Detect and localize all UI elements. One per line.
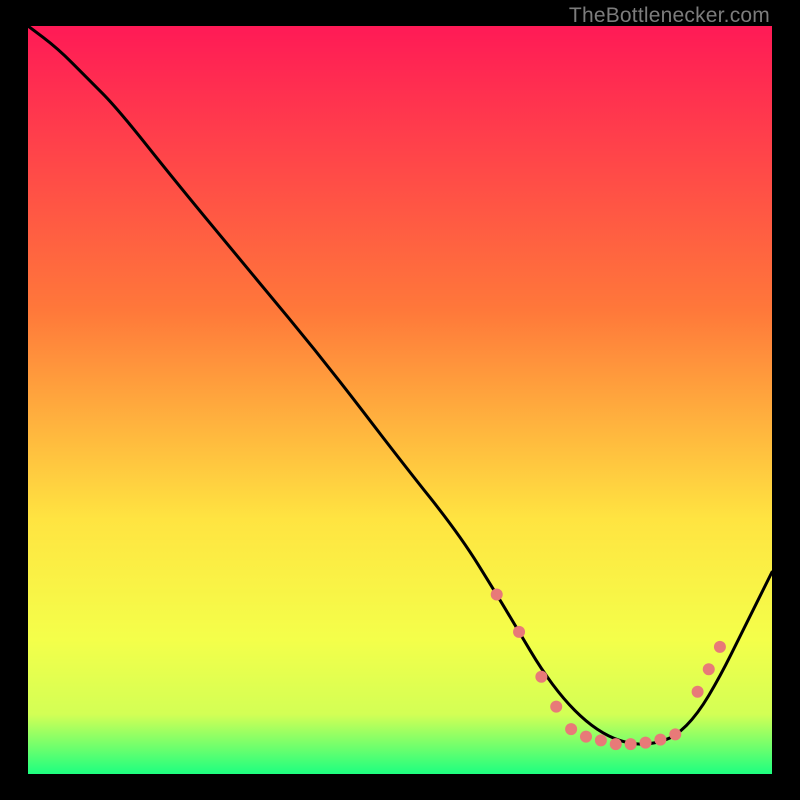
- watermark-text: TheBottlenecker.com: [569, 4, 770, 28]
- marker-dot: [654, 734, 666, 746]
- marker-dot: [669, 728, 681, 740]
- chart-frame: [28, 26, 772, 774]
- marker-dot: [610, 738, 622, 750]
- marker-dot: [625, 738, 637, 750]
- marker-dot: [692, 686, 704, 698]
- marker-dot: [580, 731, 592, 743]
- marker-dot: [595, 734, 607, 746]
- marker-dot: [703, 663, 715, 675]
- marker-dot: [714, 641, 726, 653]
- marker-dot: [513, 626, 525, 638]
- marker-dot: [491, 588, 503, 600]
- marker-dot: [565, 723, 577, 735]
- marker-dot: [640, 737, 652, 749]
- marker-dot: [535, 671, 547, 683]
- bottleneck-chart: [28, 26, 772, 774]
- marker-dot: [550, 701, 562, 713]
